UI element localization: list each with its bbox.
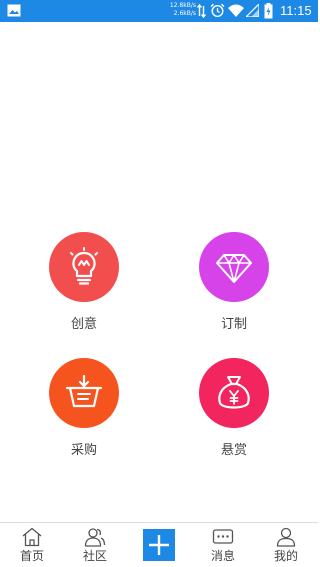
community-icon <box>84 528 106 547</box>
diamond-icon <box>216 254 252 283</box>
speed-down: 2.6kB/s <box>173 10 196 17</box>
nav-item-home[interactable]: 首页 <box>4 523 60 567</box>
bounty-circle[interactable] <box>199 358 269 428</box>
nav-label-messages: 消息 <box>210 549 235 563</box>
menu-item-purchase[interactable]: 采购 <box>34 358 134 458</box>
speed-up: 12.8kB/s <box>169 2 196 9</box>
plus-icon <box>149 535 169 555</box>
message-icon <box>212 529 234 544</box>
nav-label-home: 首页 <box>19 549 44 563</box>
money-bag-icon <box>218 376 250 409</box>
bottom-nav: 首页 社区 消息 我的 <box>0 522 318 566</box>
purchase-label: 采购 <box>70 443 97 458</box>
data-updown-icon <box>197 4 206 18</box>
battery-charging-icon <box>264 3 273 19</box>
nav-item-messages[interactable]: 消息 <box>195 523 251 567</box>
purchase-circle[interactable] <box>49 358 119 428</box>
nav-item-community[interactable]: 社区 <box>67 523 123 567</box>
custom-label: 订制 <box>220 317 247 332</box>
idea-label: 创意 <box>70 317 97 332</box>
basket-icon <box>65 374 103 408</box>
signal-icon <box>246 4 259 17</box>
idea-circle[interactable] <box>49 232 119 302</box>
gallery-icon <box>7 4 21 17</box>
network-speed: 12.8kB/s 2.6kB/s <box>166 2 196 18</box>
nav-label-mine: 我的 <box>273 549 298 563</box>
menu-item-custom[interactable]: 订制 <box>184 232 284 332</box>
home-icon <box>22 527 42 547</box>
wifi-icon <box>228 4 244 17</box>
status-bar: 12.8kB/s 2.6kB/s 11:15 <box>0 0 318 22</box>
bounty-label: 悬赏 <box>220 443 247 458</box>
alarm-icon <box>210 3 225 18</box>
profile-icon <box>276 527 296 547</box>
custom-circle[interactable] <box>199 232 269 302</box>
nav-label-community: 社区 <box>82 549 107 563</box>
status-time: 11:15 <box>280 3 312 18</box>
menu-item-bounty[interactable]: 悬赏 <box>184 358 284 458</box>
lightbulb-icon <box>70 247 98 285</box>
add-button[interactable] <box>143 529 175 561</box>
menu-item-idea[interactable]: 创意 <box>34 232 134 332</box>
nav-item-mine[interactable]: 我的 <box>258 523 314 567</box>
